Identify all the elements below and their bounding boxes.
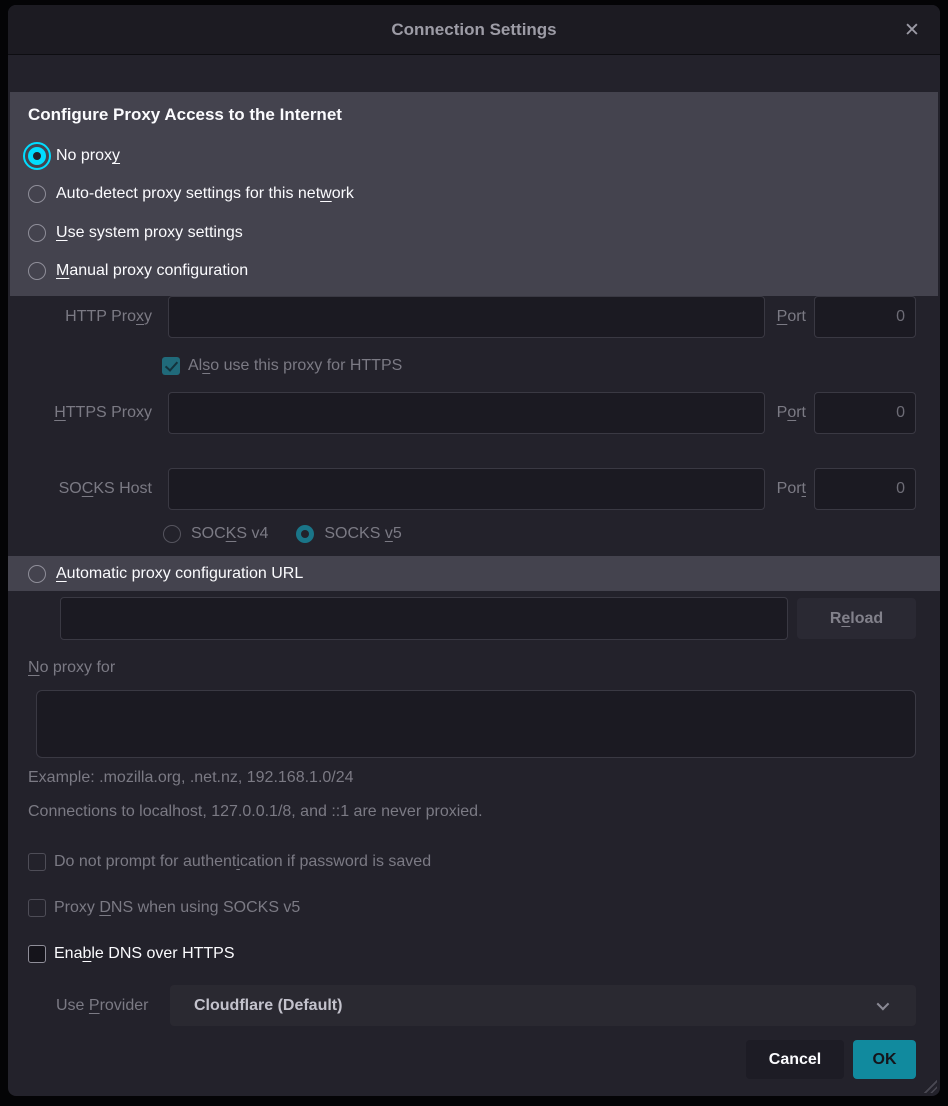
also-https-label: Also use this proxy for HTTPS — [188, 357, 402, 375]
http-proxy-input[interactable] — [168, 296, 765, 338]
socks-version-row: SOCKS v4 SOCKS v5 — [163, 522, 402, 546]
radio-no-proxy[interactable]: No proxy — [28, 137, 120, 175]
checkbox-icon[interactable] — [28, 945, 46, 963]
autoproxy-label: Automatic proxy configuration URL — [56, 565, 303, 583]
proxy-mode-group: Configure Proxy Access to the Internet N… — [10, 92, 938, 296]
radio-label: No proxy — [56, 147, 120, 165]
https-port-label: Port — [777, 404, 806, 422]
radio-label: Use system proxy settings — [56, 224, 243, 242]
socks-v4-radio-icon[interactable] — [163, 525, 181, 543]
http-port-input[interactable] — [814, 296, 916, 338]
socks-host-input[interactable] — [168, 468, 765, 510]
dialog-content: Configure Proxy Access to the Internet N… — [8, 55, 940, 1096]
cancel-button[interactable]: Cancel — [746, 1040, 844, 1079]
checkbox-icon[interactable] — [28, 853, 46, 871]
provider-selected-value: Cloudflare (Default) — [194, 997, 877, 1015]
https-proxy-input[interactable] — [168, 392, 765, 434]
http-port-label: Port — [777, 308, 806, 326]
proxy-dns-socks5-checkbox-row[interactable]: Proxy DNS when using SOCKS v5 — [28, 896, 300, 920]
dialog-title: Connection Settings — [391, 20, 556, 40]
dialog-titlebar: Connection Settings ✕ — [8, 5, 940, 55]
localhost-never-proxied-hint: Connections to localhost, 127.0.0.1/8, a… — [28, 803, 483, 821]
proxy-dns-socks5-label: Proxy DNS when using SOCKS v5 — [54, 899, 300, 917]
socks-host-row: SOCKS Host Port — [8, 468, 916, 510]
http-proxy-label: HTTP Proxy — [8, 308, 160, 326]
use-provider-label: Use Provider — [56, 997, 160, 1015]
ok-button[interactable]: OK — [853, 1040, 916, 1079]
radio-auto-detect[interactable]: Auto-detect proxy settings for this netw… — [28, 175, 354, 213]
no-proxy-for-textarea[interactable] — [36, 690, 916, 758]
radio-button-icon[interactable] — [28, 224, 46, 242]
doh-provider-row: Use Provider Cloudflare (Default) — [56, 985, 916, 1026]
radio-button-icon[interactable] — [28, 565, 46, 583]
also-https-checkbox-row[interactable]: Also use this proxy for HTTPS — [162, 354, 402, 378]
no-prompt-auth-label: Do not prompt for authentication if pass… — [54, 853, 431, 871]
radio-system-proxy[interactable]: Use system proxy settings — [28, 214, 243, 252]
checkbox-icon[interactable] — [28, 899, 46, 917]
radio-manual-proxy[interactable]: Manual proxy configuration — [28, 252, 248, 290]
dialog-footer: Cancel OK — [8, 1040, 916, 1079]
socks-v4-label: SOCKS v4 — [191, 525, 268, 543]
no-proxy-example-hint: Example: .mozilla.org, .net.nz, 192.168.… — [28, 769, 354, 787]
radio-autoproxy-url[interactable]: Automatic proxy configuration URL — [8, 556, 940, 591]
autoproxy-url-row: Reload — [60, 597, 916, 640]
https-proxy-label: HTTPS Proxy — [8, 404, 160, 422]
connection-settings-dialog: Connection Settings ✕ Configure Proxy Ac… — [8, 5, 940, 1096]
chevron-down-icon — [877, 998, 890, 1011]
socks-host-label: SOCKS Host — [8, 480, 160, 498]
socks-v5-radio-icon[interactable] — [296, 525, 314, 543]
enable-doh-label: Enable DNS over HTTPS — [54, 945, 235, 963]
no-prompt-auth-checkbox-row[interactable]: Do not prompt for authentication if pass… — [28, 850, 431, 874]
radio-button-icon[interactable] — [28, 147, 46, 165]
section-header: Configure Proxy Access to the Internet — [28, 105, 342, 125]
https-port-input[interactable] — [814, 392, 916, 434]
radio-label: Manual proxy configuration — [56, 262, 248, 280]
http-proxy-row: HTTP Proxy Port — [8, 296, 916, 338]
socks-port-input[interactable] — [814, 468, 916, 510]
radio-button-icon[interactable] — [28, 185, 46, 203]
reload-button[interactable]: Reload — [797, 598, 916, 639]
checkbox-checked-icon[interactable] — [162, 357, 180, 375]
close-icon[interactable]: ✕ — [898, 16, 926, 44]
no-proxy-for-label: No proxy for — [28, 659, 115, 677]
autoproxy-url-input[interactable] — [60, 597, 788, 640]
enable-doh-checkbox-row[interactable]: Enable DNS over HTTPS — [28, 942, 235, 966]
radio-button-icon[interactable] — [28, 262, 46, 280]
radio-label: Auto-detect proxy settings for this netw… — [56, 185, 354, 203]
provider-dropdown[interactable]: Cloudflare (Default) — [170, 985, 916, 1026]
https-proxy-row: HTTPS Proxy Port — [8, 392, 916, 434]
socks-v5-label: SOCKS v5 — [324, 525, 401, 543]
socks-port-label: Port — [777, 480, 806, 498]
